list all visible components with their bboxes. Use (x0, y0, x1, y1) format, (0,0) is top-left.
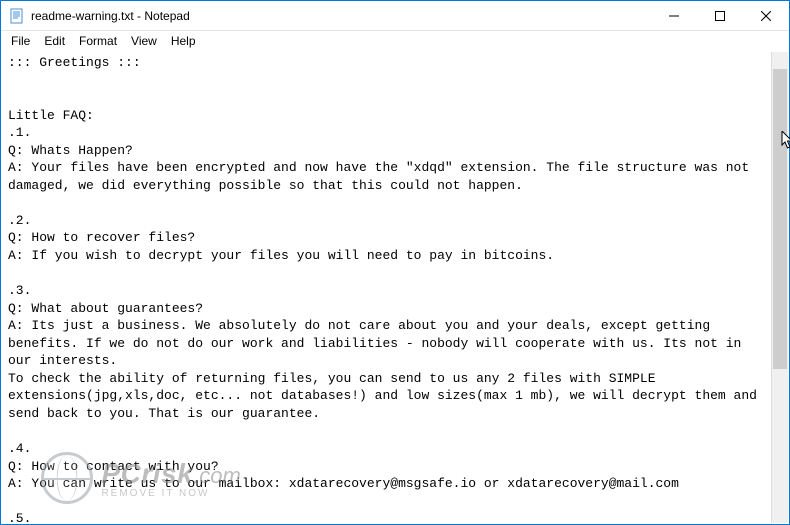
window-title: readme-warning.txt - Notepad (31, 9, 190, 23)
close-button[interactable] (743, 1, 789, 31)
menu-edit[interactable]: Edit (38, 33, 71, 49)
notepad-window: readme-warning.txt - Notepad File Edit F… (0, 0, 790, 525)
notepad-app-icon (9, 8, 25, 24)
text-content[interactable]: ::: Greetings ::: Little FAQ: .1. Q: Wha… (2, 52, 771, 523)
menu-help[interactable]: Help (165, 33, 202, 49)
menu-file[interactable]: File (5, 33, 36, 49)
close-icon (761, 11, 771, 21)
menu-view[interactable]: View (125, 33, 163, 49)
titlebar[interactable]: readme-warning.txt - Notepad (1, 1, 789, 31)
menubar: File Edit Format View Help (1, 31, 789, 51)
maximize-button[interactable] (697, 1, 743, 31)
vertical-scrollbar[interactable] (771, 52, 788, 523)
editor-area: ::: Greetings ::: Little FAQ: .1. Q: Wha… (2, 52, 788, 523)
minimize-button[interactable] (651, 1, 697, 31)
minimize-icon (669, 11, 679, 21)
menu-format[interactable]: Format (73, 33, 123, 49)
scrollbar-thumb[interactable] (773, 69, 787, 369)
maximize-icon (715, 11, 725, 21)
